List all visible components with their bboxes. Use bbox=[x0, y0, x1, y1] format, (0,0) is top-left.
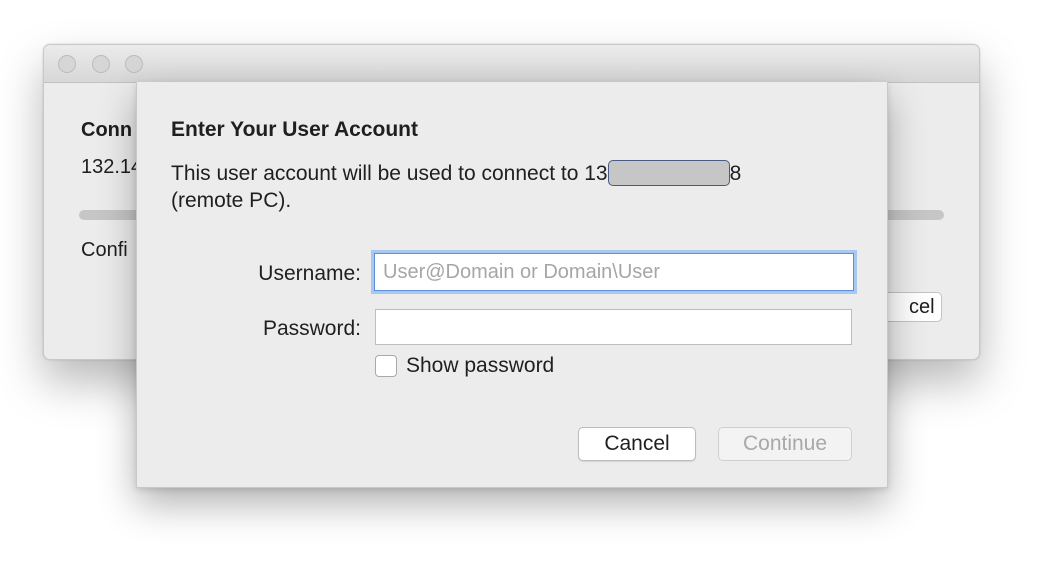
continue-button[interactable]: Continue bbox=[718, 427, 852, 461]
password-label: Password: bbox=[262, 317, 361, 340]
redacted-address bbox=[607, 160, 730, 186]
zoom-window-icon[interactable] bbox=[125, 55, 143, 73]
close-window-icon[interactable] bbox=[58, 55, 76, 73]
desktop: Conn 132.14 Confi cel Enter Your User Ac… bbox=[0, 0, 1050, 564]
message-prefix: This user account will be used to connec… bbox=[171, 162, 608, 185]
connection-status: Confi bbox=[81, 239, 128, 261]
sheet-message: This user account will be used to connec… bbox=[171, 160, 741, 214]
message-line-two: (remote PC). bbox=[171, 189, 292, 212]
sheet-heading: Enter Your User Account bbox=[171, 118, 418, 141]
minimize-window-icon[interactable] bbox=[92, 55, 110, 73]
username-label: Username: bbox=[258, 262, 361, 285]
show-password-label[interactable]: Show password bbox=[406, 354, 554, 378]
username-input[interactable] bbox=[374, 253, 854, 291]
cancel-button[interactable]: Cancel bbox=[578, 427, 696, 461]
password-input[interactable] bbox=[375, 309, 852, 345]
background-cancel-label: cel bbox=[909, 296, 935, 318]
show-password-checkbox[interactable] bbox=[375, 355, 397, 377]
connection-address: 132.14 bbox=[81, 156, 143, 178]
message-suffix: 8 bbox=[729, 162, 742, 185]
title-bar[interactable] bbox=[44, 45, 979, 83]
user-account-sheet: Enter Your User Account This user accoun… bbox=[136, 82, 888, 488]
connection-title: Conn bbox=[81, 119, 133, 141]
